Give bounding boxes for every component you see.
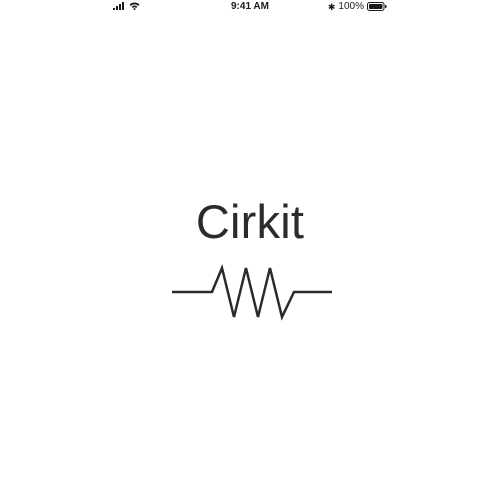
splash-content: Cirkit xyxy=(0,0,500,500)
splash-screen: 9:41 AM ✱ 100% Cirkit xyxy=(0,0,500,500)
resistor-icon xyxy=(172,264,332,321)
app-name: Cirkit xyxy=(195,195,305,248)
